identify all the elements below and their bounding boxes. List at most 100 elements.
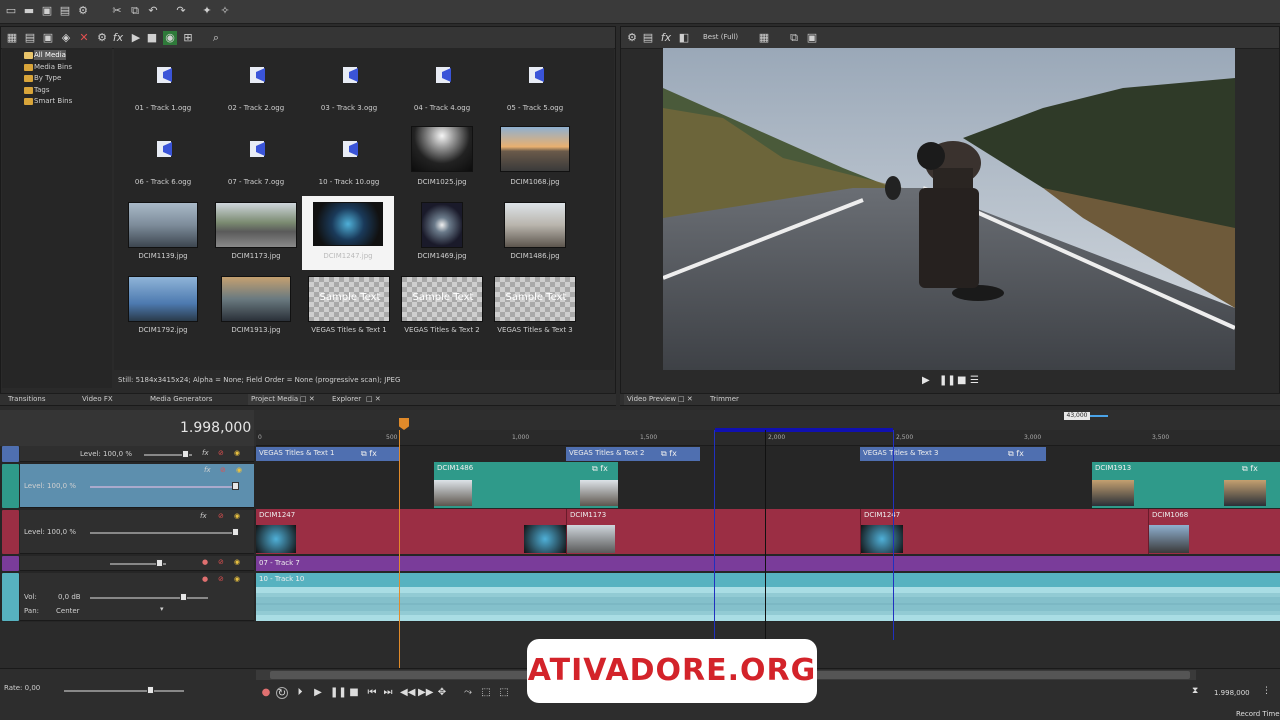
copy-icon[interactable]: ⧉ [128,4,142,18]
media-item[interactable]: DCIM1486.jpg [490,200,580,270]
marker-label[interactable]: 43,000 [1064,412,1090,420]
next-frame-button[interactable]: ▶▶ [418,687,433,699]
properties-icon[interactable]: ✧ [218,4,232,18]
media-item[interactable]: Sample Text VEGAS Titles & Text 3 [490,274,580,344]
quality-select[interactable]: Best (Full) [703,33,738,41]
media-item[interactable]: DCIM1139.jpg [118,200,208,270]
level-slider-knob[interactable] [232,482,239,490]
track-fx-icon[interactable]: fx [204,466,211,474]
overlays-icon[interactable]: ▦ [757,31,771,45]
record-button[interactable]: ● [260,687,272,699]
volume-slider-knob[interactable] [156,559,163,567]
preview-settings-icon[interactable]: ⚙ [625,31,639,45]
play-button[interactable]: ▶ [312,687,324,699]
tab-trimmer[interactable]: Trimmer [710,394,739,405]
tab-transitions[interactable]: Transitions [8,394,46,405]
tab-video-fx[interactable]: Video FX [82,394,113,405]
end-marker-icon[interactable]: ⧗ [1192,686,1198,696]
tab-close-icon[interactable]: □ ✕ [678,394,693,405]
media-item[interactable]: 01 - Track 1.ogg [118,62,208,122]
tab-explorer[interactable]: Explorer [332,394,361,405]
views-icon[interactable]: ▦ [5,31,19,45]
fx-icon[interactable]: fx [111,31,125,45]
play-from-start-button[interactable]: ⏵ [294,687,306,699]
media-item[interactable]: 07 - Track 7.ogg [211,136,301,196]
loop-region[interactable] [715,428,893,432]
media-item-selected[interactable]: DCIM1247.jpg [302,196,394,270]
timeline-clip[interactable]: DCIM1486 ⧉ fx [434,462,618,508]
cut-icon[interactable]: ✂ [110,4,124,18]
solo-icon[interactable]: ◉ [234,558,240,566]
prev-frame-button[interactable]: ◀◀ [400,687,415,699]
media-item[interactable]: 03 - Track 3.ogg [304,62,394,122]
stop-button[interactable]: ■ [348,687,360,699]
mute-icon[interactable]: ⊘ [218,512,224,520]
track-number-2[interactable] [2,464,19,508]
level-slider[interactable] [90,486,238,488]
track-fx-icon[interactable]: fx [202,449,209,457]
mute-icon[interactable]: ⊘ [218,575,224,583]
search-icon[interactable]: ⌕ [209,31,223,45]
capture-icon[interactable]: ▣ [41,31,55,45]
timeline-clip[interactable]: VEGAS Titles & Text 3 ⧉ fx [860,447,1046,461]
arm-record-icon[interactable]: ● [202,558,208,566]
crop-icon[interactable]: ⧉ fx [661,449,677,459]
crop-icon[interactable]: ⧉ fx [1242,464,1258,474]
timeline-clip[interactable]: DCIM1068 ⧉ fx [1148,509,1280,554]
new-file-icon[interactable]: ▭ [4,4,18,18]
timeline-clip[interactable]: DCIM1173 ⧉ fx [566,509,810,554]
tree-item-tags[interactable]: Tags [34,85,50,95]
go-to-end-button[interactable]: ⏭ [382,687,394,699]
track-number-3[interactable] [2,510,19,554]
preview-menu-button[interactable]: ☰ [970,375,979,386]
solo-icon[interactable]: ◉ [234,512,240,520]
tab-project-media[interactable]: Project Media [248,394,302,405]
crop-icon[interactable]: ⧉ fx [1008,449,1024,459]
mute-icon[interactable]: ⊘ [218,558,224,566]
preview-play-button[interactable]: ▶ [922,375,930,386]
play-icon[interactable]: ▶ [129,31,143,45]
project-props-icon[interactable]: ▤ [641,31,655,45]
track-number-5[interactable] [2,573,19,621]
timeline-ruler[interactable]: 0 500 1,000 1,500 2,000 2,500 3,000 3,50… [256,430,1280,446]
solo-icon[interactable]: ◉ [236,466,242,474]
envelope-tool-icon[interactable]: ⤳ [462,687,474,699]
media-item[interactable]: Sample Text VEGAS Titles & Text 2 [397,274,487,344]
media-item[interactable]: 06 - Track 6.ogg [118,136,208,196]
solo-icon[interactable]: ◉ [234,449,240,457]
save-as-icon[interactable]: ▤ [58,4,72,18]
go-to-start-button[interactable]: ⏮ [366,687,378,699]
arm-record-icon[interactable]: ● [202,575,208,583]
tree-item-by-type[interactable]: By Type [34,73,61,83]
loop-button[interactable]: ↻ [276,687,288,699]
remove-icon[interactable]: ✕ [77,31,91,45]
timeline-clip[interactable]: DCIM1913 ⧉ fx [1092,462,1280,508]
media-item[interactable]: DCIM1025.jpg [397,126,487,196]
mute-icon[interactable]: ⊘ [218,449,224,457]
tab-video-preview[interactable]: Video Preview [624,394,680,405]
level-slider-knob[interactable] [232,528,239,536]
level-slider-knob[interactable] [182,450,189,458]
tab-close-icon[interactable]: □ ✕ [366,394,381,405]
get-media-icon[interactable]: ◈ [59,31,73,45]
timeline-clip[interactable]: DCIM1247 [256,509,566,554]
tree-item-media-bins[interactable]: Media Bins [34,62,72,72]
selection-tool-icon[interactable]: ⬚ [480,687,492,699]
tree-item-smart-bins[interactable]: Smart Bins [34,96,72,106]
pan-slider-knob[interactable]: ▾ [160,605,164,613]
media-item[interactable]: DCIM1913.jpg [211,274,301,344]
zoom-tool-icon[interactable]: ⬚ [498,687,510,699]
open-folder-icon[interactable]: ▬ [22,4,36,18]
media-item[interactable]: 10 - Track 10.ogg [304,136,394,196]
save-icon[interactable]: ▣ [40,4,54,18]
media-item[interactable]: DCIM1068.jpg [490,126,580,196]
video-fx-icon[interactable]: fx [659,31,673,45]
crop-icon[interactable]: ⧉ fx [592,464,608,474]
mute-icon[interactable]: ⊘ [220,466,226,474]
tab-close-icon[interactable]: □ ✕ [300,394,315,405]
preview-pause-button[interactable]: ❚❚ [939,375,956,386]
copy-snapshot-icon[interactable]: ⧉ [787,31,801,45]
timeline-clip[interactable]: VEGAS Titles & Text 2 ⧉ fx [566,447,700,461]
media-item[interactable]: DCIM1469.jpg [397,200,487,270]
media-fx-icon[interactable]: ⚙ [95,31,109,45]
